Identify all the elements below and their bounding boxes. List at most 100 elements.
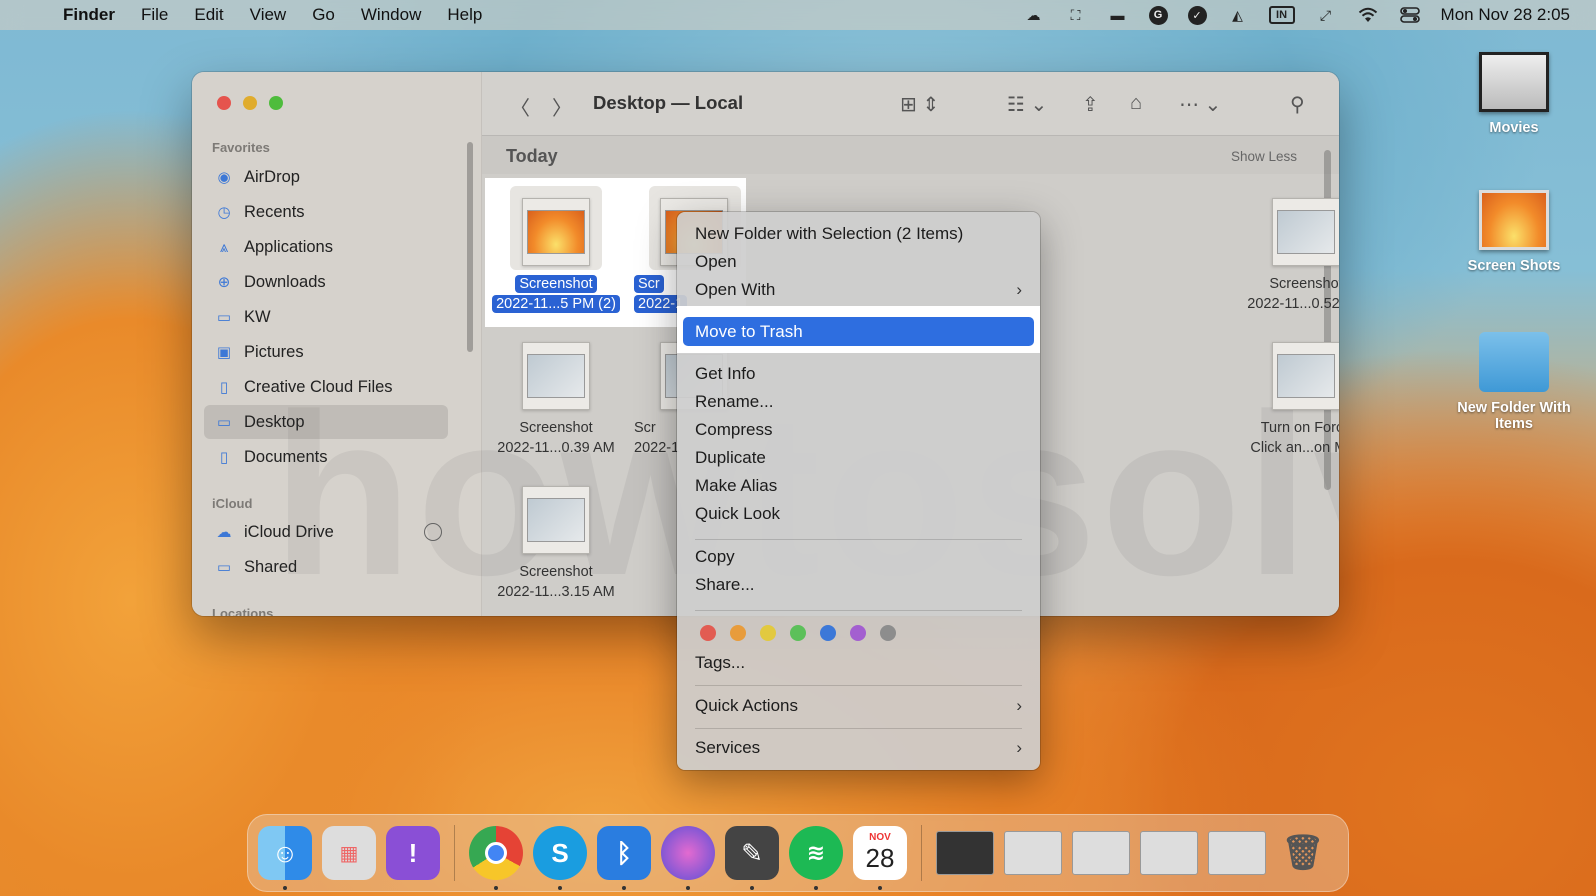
menu-go[interactable]: Go <box>299 5 348 25</box>
expand-icon[interactable]: ⤢ <box>1315 6 1337 24</box>
menu-item-make-alias[interactable]: Make Alias <box>683 471 1034 500</box>
desktop-icon-screen-shots[interactable]: Screen Shots <box>1444 190 1584 274</box>
minimized-window-thumbnail[interactable] <box>936 831 994 875</box>
forward-icon[interactable]: 〉 <box>552 92 572 121</box>
file-item[interactable]: Screenshot 2022-11...3.15 AM <box>486 486 626 602</box>
toolbar: 〈 〉 Desktop — Local ⊞ ⇕ ☷ ⌄ ⇪ ⌂ ⋯ ⌄ ⚲ <box>482 72 1339 136</box>
chevron-right-icon: › <box>1016 279 1022 299</box>
clock-icon: ◷ <box>217 204 231 221</box>
sidebar-item-airdrop[interactable]: ◉ AirDrop <box>204 160 448 194</box>
search-icon[interactable]: ⚲ <box>1290 92 1305 117</box>
feedback-assistant-icon[interactable]: ! <box>386 826 440 880</box>
tag-gray-dot[interactable] <box>880 625 896 641</box>
sidebar-item-applications[interactable]: ⩓ Applications <box>204 230 448 264</box>
menu-item-move-to-trash[interactable]: Move to Trash <box>683 317 1034 346</box>
menu-item-services[interactable]: Services › <box>683 733 1034 762</box>
menu-item-rename[interactable]: Rename... <box>683 387 1034 416</box>
spotify-icon[interactable]: ≋ <box>789 826 843 890</box>
sidebar-item-kw[interactable]: ▭ KW <box>204 300 448 334</box>
desktop-icon-movies[interactable]: Movies <box>1444 52 1584 136</box>
menu-item-tags[interactable]: Tags... <box>683 648 1034 677</box>
bluetooth-icon[interactable]: ᛒ <box>597 826 651 890</box>
tag-icon[interactable]: ⌂ <box>1130 92 1142 115</box>
show-less-link[interactable]: Show Less <box>1231 149 1297 164</box>
tag-colors <box>700 625 896 641</box>
bartender-icon[interactable]: ▬ <box>1107 6 1129 24</box>
window-title: Desktop — Local <box>593 92 744 113</box>
tag-green-dot[interactable] <box>790 625 806 641</box>
folder-icon <box>1479 332 1549 392</box>
monitor-icon[interactable]: ◭ <box>1227 6 1249 24</box>
menu-help[interactable]: Help <box>434 5 495 25</box>
menu-item-duplicate[interactable]: Duplicate <box>683 443 1034 472</box>
group-by-icon[interactable]: ☷ ⌄ <box>1007 92 1047 117</box>
menu-window[interactable]: Window <box>348 5 434 25</box>
dock-separator <box>454 825 455 881</box>
minimized-window-thumbnail[interactable] <box>1208 831 1266 875</box>
trash-icon[interactable]: 🗑 <box>1276 826 1330 880</box>
minimized-window-thumbnail[interactable] <box>1004 831 1062 875</box>
menu-item-compress[interactable]: Compress <box>683 415 1034 444</box>
menu-finder[interactable]: Finder <box>50 5 128 25</box>
sidebar-item-shared[interactable]: ▭ Shared <box>204 550 448 584</box>
script-editor-icon[interactable]: ✎ <box>725 826 779 890</box>
minimized-window-thumbnail[interactable] <box>1140 831 1198 875</box>
file-item[interactable]: Turn on ForceClick an...on Mac <box>1236 342 1339 458</box>
sidebar-item-recents[interactable]: ◷ Recents <box>204 195 448 229</box>
sidebar-item-pictures[interactable]: ▣ Pictures <box>204 335 448 369</box>
menu-view[interactable]: View <box>237 5 300 25</box>
launchpad-icon[interactable]: ▦ <box>322 826 376 880</box>
menu-item-open-with[interactable]: Open With › <box>683 275 1034 304</box>
skype-icon[interactable]: S <box>533 826 587 890</box>
sidebar-scrollbar[interactable] <box>467 142 473 352</box>
dock: ☺ ▦ ! S ᛒ ✎ ≋ NOV 28 🗑 <box>247 814 1349 892</box>
wifi-icon[interactable] <box>1357 6 1379 24</box>
file-name: Screenshot <box>515 275 597 293</box>
more-actions-icon[interactable]: ⋯ ⌄ <box>1179 92 1221 117</box>
menu-item-get-info[interactable]: Get Info <box>683 359 1034 388</box>
sidebar-item-creative-cloud[interactable]: ▯ Creative Cloud Files <box>204 370 448 404</box>
control-center-icon[interactable] <box>1399 6 1421 24</box>
chrome-icon[interactable] <box>469 826 523 890</box>
tag-yellow-dot[interactable] <box>760 625 776 641</box>
minimized-window-thumbnail[interactable] <box>1072 831 1130 875</box>
tag-blue-dot[interactable] <box>820 625 836 641</box>
sidebar-item-icloud-drive[interactable]: ☁ iCloud Drive <box>204 515 448 549</box>
menu-clock[interactable]: Mon Nov 28 2:05 <box>1441 5 1570 25</box>
file-item[interactable]: Screenshot 2022-11...5 PM (2) <box>486 198 626 314</box>
desktop-icon-new-folder[interactable]: New Folder With Items <box>1444 332 1584 432</box>
tag-purple-dot[interactable] <box>850 625 866 641</box>
minimize-button[interactable] <box>243 96 257 110</box>
screen-shots-folder-icon <box>1479 190 1549 250</box>
back-icon[interactable]: 〈 <box>510 92 530 121</box>
menu-edit[interactable]: Edit <box>181 5 236 25</box>
checkmark-icon[interactable]: ✓ <box>1187 5 1207 25</box>
file-item[interactable]: Screenshot2022-11...0.52 AM <box>1236 198 1339 314</box>
file-item[interactable]: Screenshot 2022-11...0.39 AM <box>486 342 626 458</box>
menu-item-quick-look[interactable]: Quick Look <box>683 499 1034 528</box>
menu-item-share[interactable]: Share... <box>683 570 1034 599</box>
close-button[interactable] <box>217 96 231 110</box>
share-icon[interactable]: ⇪ <box>1082 92 1099 117</box>
icon-view-toggle-icon[interactable]: ⊞ ⇕ <box>900 92 939 117</box>
menu-item-new-folder-with-selection[interactable]: New Folder with Selection (2 Items) <box>683 219 1034 248</box>
calendar-icon[interactable]: NOV 28 <box>853 826 907 890</box>
menu-item-copy[interactable]: Copy <box>683 542 1034 571</box>
tag-red-dot[interactable] <box>700 625 716 641</box>
screenshot-icon[interactable]: ⛶ <box>1065 6 1087 24</box>
sidebar-item-desktop[interactable]: ▭ Desktop <box>204 405 448 439</box>
menu-item-quick-actions[interactable]: Quick Actions › <box>683 691 1034 720</box>
siri-icon[interactable] <box>661 826 715 890</box>
menu-item-open[interactable]: Open <box>683 247 1034 276</box>
sidebar-item-documents[interactable]: ▯ Documents <box>204 440 448 474</box>
grammarly-icon[interactable]: G <box>1148 5 1168 25</box>
creative-cloud-icon[interactable]: ☁ <box>1023 6 1045 24</box>
input-source-icon[interactable]: IN <box>1268 6 1295 24</box>
sidebar: Favorites ◉ AirDrop ◷ Recents ⩓ Application… <box>192 72 482 616</box>
tag-orange-dot[interactable] <box>730 625 746 641</box>
finder-icon[interactable]: ☺ <box>258 826 312 890</box>
sidebar-item-downloads[interactable]: ⊕ Downloads <box>204 265 448 299</box>
screenshot-thumbnail <box>522 342 590 410</box>
zoom-button[interactable] <box>269 96 283 110</box>
menu-file[interactable]: File <box>128 5 181 25</box>
